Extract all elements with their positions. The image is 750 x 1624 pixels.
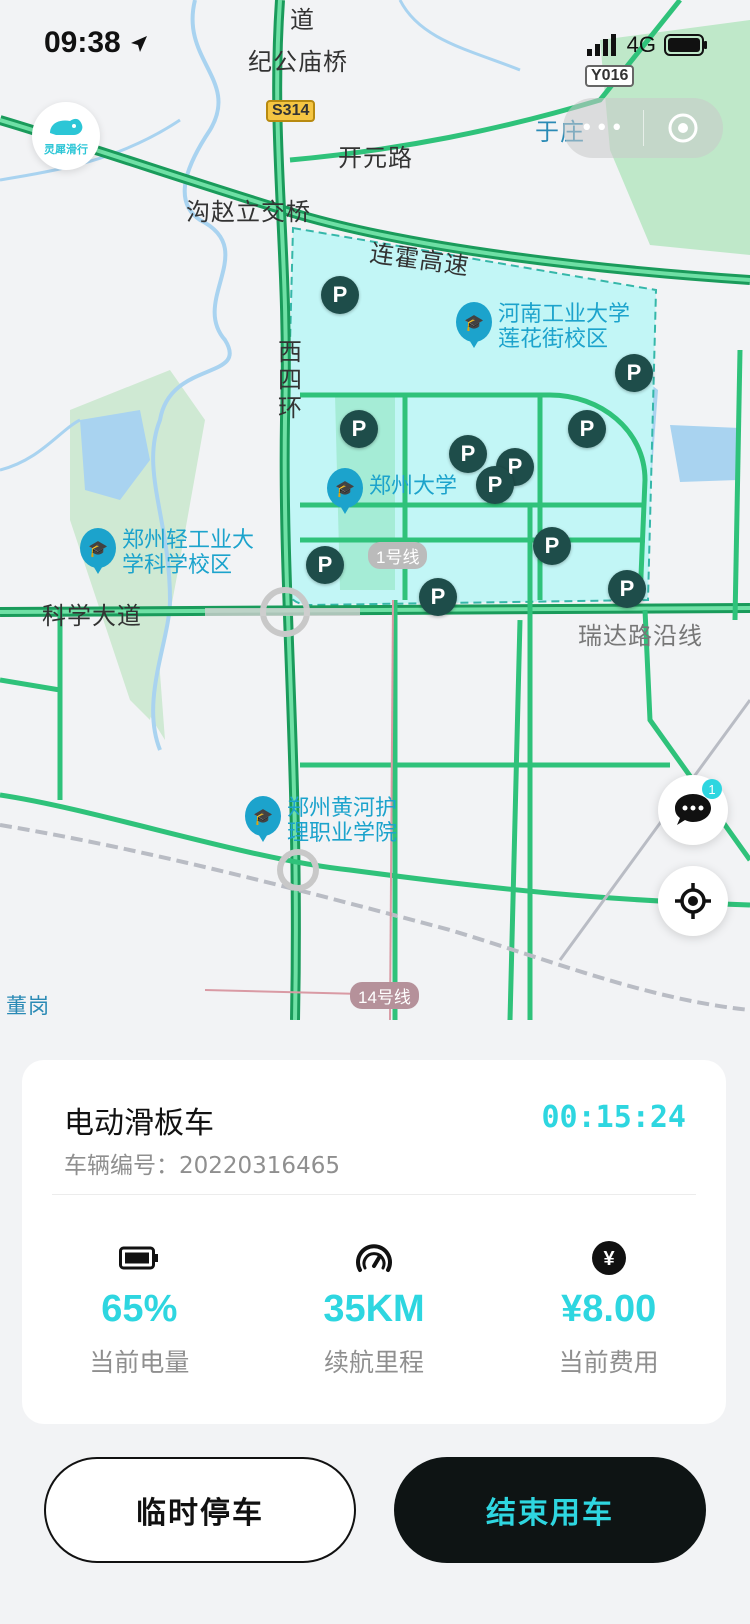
metro-line-14-label: 14号线 bbox=[350, 982, 419, 1009]
route-shield-s314: S314 bbox=[266, 100, 316, 122]
school-icon: 🎓 bbox=[327, 468, 363, 514]
poi-light-line1: 郑州轻工业大 bbox=[122, 528, 255, 553]
battery-status-icon bbox=[664, 34, 707, 56]
poi-light-industry[interactable]: 🎓 郑州轻工业大 学科学校区 bbox=[80, 528, 254, 578]
school-icon: 🎓 bbox=[245, 796, 281, 842]
speedometer-icon bbox=[354, 1238, 394, 1278]
battery-icon bbox=[119, 1238, 159, 1278]
map-label-xisihuan: 西四环 bbox=[278, 338, 303, 422]
poi-zhengzhou-label: 郑州大学 bbox=[369, 474, 458, 499]
locate-me-button[interactable] bbox=[658, 866, 728, 936]
more-options-icon[interactable]: ••• bbox=[563, 116, 643, 141]
message-button[interactable]: 1 bbox=[658, 775, 728, 845]
poi-light-line2: 学科学校区 bbox=[122, 553, 233, 578]
stat-battery: 65% 当前电量 bbox=[22, 1238, 257, 1379]
parking-marker[interactable]: P bbox=[419, 578, 457, 616]
ride-timer: 00:15:24 bbox=[541, 1100, 687, 1135]
range-value: 35KM bbox=[323, 1288, 425, 1330]
app-logo[interactable]: 灵犀滑行 bbox=[32, 102, 100, 170]
cost-value: ¥8.00 bbox=[561, 1288, 657, 1330]
map-label-gouzhao: 沟赵立交桥 bbox=[186, 198, 311, 226]
range-label: 续航里程 bbox=[324, 1348, 425, 1377]
poi-yellow-river[interactable]: 🎓 郑州黄河护 理职业学院 bbox=[245, 796, 397, 846]
cost-label: 当前费用 bbox=[558, 1348, 659, 1377]
vehicle-type: 电动滑板车 bbox=[64, 1106, 214, 1141]
svg-text:¥: ¥ bbox=[603, 1248, 615, 1270]
map-label-kaiyuan: 开元路 bbox=[338, 144, 413, 172]
status-time: 09:38 bbox=[44, 26, 149, 60]
card-divider bbox=[52, 1194, 696, 1195]
poi-zhengzhou-univ[interactable]: 🎓 郑州大学 bbox=[327, 468, 458, 514]
status-indicators: 4G bbox=[586, 32, 708, 58]
map-label-ruida: 瑞达路沿线 bbox=[578, 622, 703, 650]
stat-cost: ¥ ¥8.00 当前费用 bbox=[491, 1238, 726, 1379]
stat-range: 35KM 续航里程 bbox=[257, 1238, 492, 1379]
rhino-logo-icon bbox=[50, 118, 83, 135]
parking-marker[interactable]: P bbox=[476, 466, 514, 504]
vehicle-id: 车辆编号：20220316465 bbox=[64, 1153, 340, 1179]
parking-marker[interactable]: P bbox=[608, 570, 646, 608]
battery-label: 当前电量 bbox=[89, 1348, 190, 1377]
map-label-donggang: 董岗 bbox=[6, 994, 50, 1018]
poi-yellow-line2: 理职业学院 bbox=[287, 821, 398, 846]
parking-marker[interactable]: P bbox=[340, 410, 378, 448]
miniprogram-capsule[interactable]: ••• bbox=[563, 98, 723, 158]
close-miniprogram-icon[interactable] bbox=[644, 112, 724, 144]
location-arrow-icon bbox=[131, 36, 148, 53]
parking-marker[interactable]: P bbox=[306, 546, 344, 584]
parking-marker[interactable]: P bbox=[615, 354, 653, 392]
metro-line-1-label: 1号线 bbox=[368, 542, 428, 569]
map-label-kexue: 科学大道 bbox=[42, 602, 142, 630]
ride-info-card: 电动滑板车 00:15:24 车辆编号：20220316465 65% 当前电量… bbox=[22, 1060, 726, 1424]
network-type: 4G bbox=[626, 32, 656, 57]
school-icon: 🎓 bbox=[456, 302, 492, 348]
parking-marker[interactable]: P bbox=[533, 527, 571, 565]
map-view[interactable]: S314 Y016 道 纪公庙桥 开元路 于庄 沟赵立交桥 连霍高速 西四环 科… bbox=[0, 0, 750, 1020]
yen-icon: ¥ bbox=[591, 1238, 627, 1278]
poi-henan-line2: 莲花街校区 bbox=[498, 327, 609, 352]
ride-stats: 65% 当前电量 35KM 续航里程 ¥ ¥8.00 当前费用 bbox=[22, 1238, 726, 1379]
app-logo-text: 灵犀滑行 bbox=[44, 143, 88, 156]
parking-marker[interactable]: P bbox=[449, 435, 487, 473]
battery-value: 65% bbox=[101, 1288, 178, 1330]
temporary-park-button[interactable]: 临时停车 bbox=[44, 1457, 356, 1563]
poi-yellow-line1: 郑州黄河护 bbox=[287, 796, 398, 821]
poi-henan-line1: 河南工业大学 bbox=[498, 302, 631, 327]
signal-icon bbox=[586, 34, 616, 56]
poi-henan-univ[interactable]: 🎓 河南工业大学 莲花街校区 bbox=[456, 302, 630, 352]
end-ride-button[interactable]: 结束用车 bbox=[394, 1457, 706, 1563]
status-bar: 09:38 4G bbox=[0, 0, 750, 90]
school-icon: 🎓 bbox=[80, 528, 116, 574]
parking-marker[interactable]: P bbox=[321, 276, 359, 314]
locate-icon bbox=[675, 883, 711, 919]
status-time-text: 09:38 bbox=[44, 26, 121, 59]
message-badge: 1 bbox=[702, 779, 722, 799]
parking-marker[interactable]: P bbox=[568, 410, 606, 448]
